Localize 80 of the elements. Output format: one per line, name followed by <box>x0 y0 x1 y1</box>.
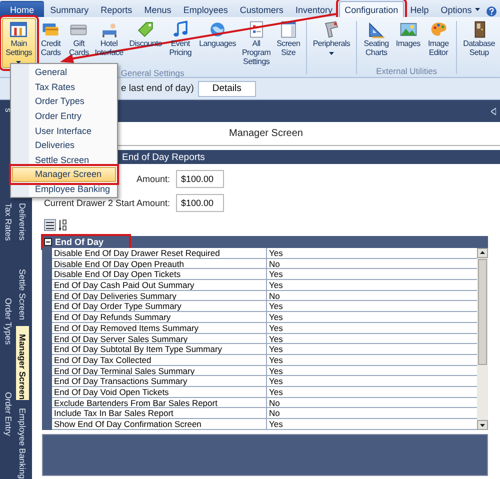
panel-title: Manager Screen <box>229 128 303 139</box>
amount-field[interactable]: $100.00 <box>176 170 224 188</box>
property-name: Disable End Of Day Open Preauth <box>53 258 185 268</box>
side-tab[interactable]: s <box>2 100 15 195</box>
side-tab[interactable]: Deliveries <box>16 195 29 261</box>
ribbon-button[interactable]: Images <box>392 18 424 51</box>
menu-item[interactable]: Manager Screen <box>12 167 116 182</box>
ruler-icon <box>366 20 386 39</box>
app-menu-tab[interactable]: Home <box>0 1 44 17</box>
ribbon-button[interactable]: Screen Size <box>274 18 304 60</box>
menu-tab[interactable]: Configuration <box>338 1 404 17</box>
ribbon-button[interactable]: Languages <box>196 18 239 51</box>
side-tab[interactable]: Order Entry <box>2 384 15 479</box>
side-tab[interactable]: Settle Screen <box>16 260 29 326</box>
group-label: General Settings <box>120 68 184 80</box>
ribbon-button[interactable]: Image Editor <box>423 18 454 60</box>
property-name: End Of Day Order Type Summary <box>53 301 182 312</box>
menu-tab[interactable]: Menus <box>138 1 178 17</box>
info-text: e last end of day) <box>121 83 194 94</box>
menu-item[interactable]: Employee Banking <box>12 182 116 196</box>
menu-tab[interactable]: Employees <box>177 1 234 17</box>
amount-field[interactable]: $100.00 <box>176 194 224 212</box>
property-name: End Of Day Cash Paid Out Summary <box>53 280 196 290</box>
ribbon-button[interactable]: Database Setup <box>460 18 498 60</box>
details-button[interactable]: Details <box>198 80 256 96</box>
menu-tab[interactable]: Reports <box>94 1 138 17</box>
menu-item[interactable]: User Interface <box>12 123 116 138</box>
help-icon[interactable] <box>486 6 497 17</box>
menu-item[interactable]: Tax Rates <box>12 80 116 94</box>
scrollbar[interactable] <box>477 248 488 430</box>
collapse-icon[interactable] <box>44 238 52 246</box>
property-name: End Of Day Removed Items Summary <box>53 322 200 332</box>
scroll-down-icon[interactable] <box>477 420 488 430</box>
field-label: Current Drawer 2 Start Amount: <box>42 198 170 208</box>
scrollbar-thumb[interactable] <box>478 259 487 365</box>
menu-item[interactable]: Order Entry <box>12 108 116 124</box>
property-name: Disable End Of Day Open Tickets <box>53 269 182 280</box>
property-name: End Of Day Transactions Summary <box>53 376 188 386</box>
window-icon <box>278 20 298 39</box>
ribbon-button[interactable]: Main Settings <box>2 18 36 68</box>
scroll-up-icon[interactable] <box>477 248 488 258</box>
picture-icon <box>398 20 418 39</box>
group-label: External Utilities <box>376 66 438 77</box>
side-tab[interactable]: Employee Banking <box>16 400 29 479</box>
property-name: End Of Day Server Sales Summary <box>53 334 189 344</box>
side-tab[interactable]: Order Types <box>2 290 15 384</box>
ribbon-button[interactable]: Event Pricing <box>164 18 196 60</box>
categorized-view-icon[interactable] <box>44 219 56 231</box>
property-name: End Of Day Void Open Tickets <box>53 386 170 397</box>
property-name: End Of Day Subtotal By Item Type Summary <box>53 344 224 354</box>
property-name: End Of Day Deliveries Summary <box>53 290 178 300</box>
caret-icon <box>474 8 480 11</box>
side-tab[interactable]: Tax Rates <box>2 194 15 290</box>
menu-item[interactable]: Deliveries <box>12 138 116 153</box>
side-tab[interactable]: Manager Screen <box>16 326 29 400</box>
menu-tab[interactable]: Customers <box>234 1 290 17</box>
price-tag-icon <box>136 20 155 39</box>
property-name: Show End Of Day Confirmation Screen <box>53 419 202 429</box>
menu-tab[interactable]: Summary <box>44 1 95 17</box>
ribbon-button[interactable]: Seating Charts <box>360 18 393 60</box>
sort-icon[interactable] <box>59 219 67 231</box>
property-name: Disable End Of Day Drawer Reset Required <box>53 248 221 258</box>
property-name: Include Tax In Bar Sales Report <box>53 408 174 418</box>
ribbon-button[interactable]: All Program Settings <box>239 18 274 68</box>
property-name: End Of Day Tax Collected <box>53 354 152 365</box>
property-name: End Of Day Refunds Summary <box>53 312 172 322</box>
music-note-icon <box>170 20 190 39</box>
globe-icon <box>208 20 228 39</box>
ribbon-button[interactable]: Credit Cards <box>36 18 66 60</box>
menu-item[interactable]: Order Types <box>12 94 116 109</box>
collapse-arrow-icon[interactable] <box>491 108 496 114</box>
menu-tab[interactable]: Help <box>404 1 435 17</box>
ribbon-button[interactable]: Peripherals <box>310 18 354 60</box>
window-settings-icon <box>9 20 28 39</box>
property-name: End Of Day Terminal Sales Summary <box>53 366 196 376</box>
category-label: End Of Day <box>55 237 104 247</box>
caret-icon <box>328 52 334 55</box>
menu-tab[interactable]: Inventory <box>289 1 339 17</box>
property-name: Exclude Bartenders From Bar Sales Report <box>53 398 218 408</box>
options-menu[interactable]: Options <box>434 1 486 17</box>
